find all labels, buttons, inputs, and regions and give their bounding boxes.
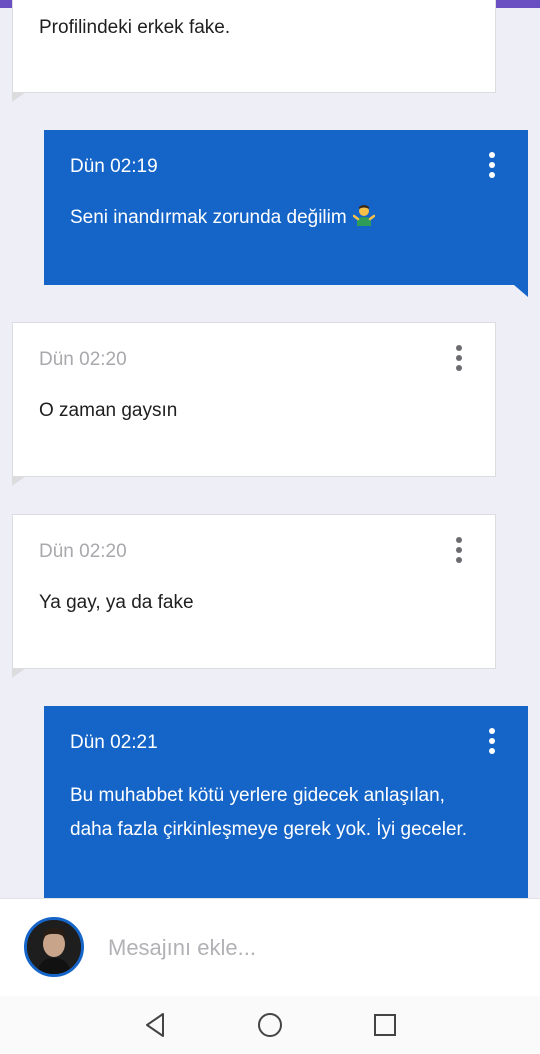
message-text: Ya gay, ya da fake: [39, 592, 194, 613]
message-bubble-incoming[interactable]: Dün 02:20 Ya gay, ya da fake: [12, 514, 496, 678]
message-bubble-incoming[interactable]: Dün 02:20 O zaman gaysın: [12, 322, 496, 486]
message-text: O zaman gaysın: [39, 400, 178, 421]
message-options-icon[interactable]: [486, 152, 498, 182]
message-bubble-outgoing[interactable]: Dün 02:21 Bu muhabbet kötü yerlere gidec…: [44, 706, 528, 938]
message-options-icon[interactable]: [453, 345, 465, 375]
user-avatar[interactable]: [24, 917, 84, 977]
message-text-content: Seni inandırmak zorunda değilim: [70, 207, 347, 228]
message-options-icon[interactable]: [486, 728, 498, 758]
message-options-icon[interactable]: [453, 537, 465, 567]
message-timestamp: Dün 02:19: [70, 156, 158, 177]
back-triangle-icon[interactable]: [140, 1010, 170, 1040]
message-timestamp: Dün 02:21: [70, 732, 158, 753]
message-timestamp: Dün 02:20: [39, 349, 127, 370]
recents-square-icon[interactable]: [370, 1010, 400, 1040]
message-input[interactable]: Mesajını ekle...: [108, 935, 256, 961]
message-timestamp: Dün 02:20: [39, 541, 127, 562]
avatar-photo-icon: [27, 920, 81, 974]
message-text: Bu muhabbet kötü yerlere gidecek anlaşıl…: [70, 785, 468, 840]
home-circle-icon[interactable]: [255, 1010, 285, 1040]
message-bubble-outgoing[interactable]: Dün 02:19 Seni inandırmak zorunda değili…: [44, 130, 528, 297]
message-text: Seni inandırmak zorunda değilim: [70, 201, 488, 235]
message-composer: Mesajını ekle...: [0, 898, 540, 997]
person-shrugging-emoji: [352, 205, 375, 226]
message-text: Profilindeki erkek fake.: [39, 17, 231, 38]
system-nav-bar: [0, 996, 540, 1054]
message-bubble-incoming[interactable]: Profilindeki erkek fake.: [12, 0, 496, 102]
